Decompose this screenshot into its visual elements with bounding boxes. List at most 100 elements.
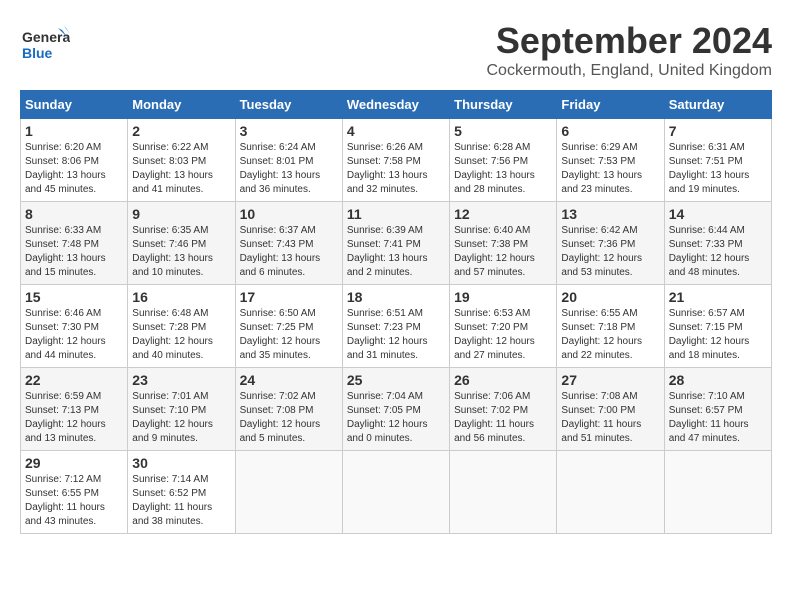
day-info: Sunrise: 7:01 AMSunset: 7:10 PMDaylight:… bbox=[132, 391, 213, 444]
day-info: Sunrise: 6:33 AMSunset: 7:48 PMDaylight:… bbox=[25, 225, 106, 278]
title-block: September 2024 Cockermouth, England, Uni… bbox=[487, 20, 773, 80]
day-number: 2 bbox=[132, 123, 230, 139]
calendar-cell-empty bbox=[557, 451, 664, 534]
day-info: Sunrise: 6:24 AMSunset: 8:01 PMDaylight:… bbox=[240, 142, 321, 195]
day-info: Sunrise: 7:08 AMSunset: 7:00 PMDaylight:… bbox=[561, 391, 641, 444]
day-number: 17 bbox=[240, 289, 338, 305]
day-info: Sunrise: 6:48 AMSunset: 7:28 PMDaylight:… bbox=[132, 308, 213, 361]
calendar-week-2: 8Sunrise: 6:33 AMSunset: 7:48 PMDaylight… bbox=[21, 202, 772, 285]
day-number: 18 bbox=[347, 289, 445, 305]
day-info: Sunrise: 6:50 AMSunset: 7:25 PMDaylight:… bbox=[240, 308, 321, 361]
day-info: Sunrise: 6:59 AMSunset: 7:13 PMDaylight:… bbox=[25, 391, 106, 444]
day-number: 9 bbox=[132, 206, 230, 222]
calendar-cell-17: 17 Sunrise: 6:50 AMSunset: 7:25 PMDayligh… bbox=[235, 285, 342, 368]
calendar-cell-27: 27 Sunrise: 7:08 AMSunset: 7:00 PMDayligh… bbox=[557, 368, 664, 451]
calendar-cell-21: 21Sunrise: 6:57 AMSunset: 7:15 PMDayligh… bbox=[664, 285, 771, 368]
page-header: General Blue September 2024 Cockermouth,… bbox=[20, 20, 772, 80]
day-number: 15 bbox=[25, 289, 123, 305]
calendar-cell-16: 16 Sunrise: 6:48 AMSunset: 7:28 PMDayligh… bbox=[128, 285, 235, 368]
day-number: 25 bbox=[347, 372, 445, 388]
calendar-cell-8: 8Sunrise: 6:33 AMSunset: 7:48 PMDaylight… bbox=[21, 202, 128, 285]
calendar-week-3: 15 Sunrise: 6:46 AMSunset: 7:30 PMDayligh… bbox=[21, 285, 772, 368]
calendar-cell-25: 25 Sunrise: 7:04 AMSunset: 7:05 PMDayligh… bbox=[342, 368, 449, 451]
day-info: Sunrise: 6:31 AMSunset: 7:51 PMDaylight:… bbox=[669, 142, 750, 195]
day-info: Sunrise: 6:53 AMSunset: 7:20 PMDaylight:… bbox=[454, 308, 535, 361]
calendar-cell-19: 19 Sunrise: 6:53 AMSunset: 7:20 PMDayligh… bbox=[450, 285, 557, 368]
calendar-cell-empty bbox=[664, 451, 771, 534]
calendar-cell-5: 5Sunrise: 6:28 AMSunset: 7:56 PMDaylight… bbox=[450, 119, 557, 202]
day-info: Sunrise: 7:14 AMSunset: 6:52 PMDaylight:… bbox=[132, 474, 212, 527]
day-number: 13 bbox=[561, 206, 659, 222]
day-number: 11 bbox=[347, 206, 445, 222]
day-info: Sunrise: 6:35 AMSunset: 7:46 PMDaylight:… bbox=[132, 225, 213, 278]
weekday-header-monday: Monday bbox=[128, 91, 235, 119]
day-info: Sunrise: 6:55 AMSunset: 7:18 PMDaylight:… bbox=[561, 308, 642, 361]
day-info: Sunrise: 6:44 AMSunset: 7:33 PMDaylight:… bbox=[669, 225, 750, 278]
day-number: 21 bbox=[669, 289, 767, 305]
logo: General Blue bbox=[20, 20, 70, 75]
calendar-cell-13: 13Sunrise: 6:42 AMSunset: 7:36 PMDayligh… bbox=[557, 202, 664, 285]
day-number: 23 bbox=[132, 372, 230, 388]
day-number: 4 bbox=[347, 123, 445, 139]
day-number: 19 bbox=[454, 289, 552, 305]
day-info: Sunrise: 6:26 AMSunset: 7:58 PMDaylight:… bbox=[347, 142, 428, 195]
day-info: Sunrise: 6:39 AMSunset: 7:41 PMDaylight:… bbox=[347, 225, 428, 278]
weekday-header-thursday: Thursday bbox=[450, 91, 557, 119]
calendar-cell-26: 26 Sunrise: 7:06 AMSunset: 7:02 PMDayligh… bbox=[450, 368, 557, 451]
calendar-cell-1: 1 Sunrise: 6:20 AMSunset: 8:06 PMDaylight… bbox=[21, 119, 128, 202]
calendar-cell-9: 9 Sunrise: 6:35 AMSunset: 7:46 PMDaylight… bbox=[128, 202, 235, 285]
svg-text:Blue: Blue bbox=[22, 45, 53, 61]
day-info: Sunrise: 7:04 AMSunset: 7:05 PMDaylight:… bbox=[347, 391, 428, 444]
day-info: Sunrise: 6:22 AMSunset: 8:03 PMDaylight:… bbox=[132, 142, 213, 195]
day-info: Sunrise: 6:29 AMSunset: 7:53 PMDaylight:… bbox=[561, 142, 642, 195]
day-number: 26 bbox=[454, 372, 552, 388]
day-number: 30 bbox=[132, 455, 230, 471]
day-number: 3 bbox=[240, 123, 338, 139]
location: Cockermouth, England, United Kingdom bbox=[487, 62, 773, 80]
calendar-cell-14: 14 Sunrise: 6:44 AMSunset: 7:33 PMDayligh… bbox=[664, 202, 771, 285]
calendar-cell-10: 10Sunrise: 6:37 AMSunset: 7:43 PMDayligh… bbox=[235, 202, 342, 285]
calendar-cell-3: 3 Sunrise: 6:24 AMSunset: 8:01 PMDaylight… bbox=[235, 119, 342, 202]
weekday-header-saturday: Saturday bbox=[664, 91, 771, 119]
day-number: 14 bbox=[669, 206, 767, 222]
day-number: 28 bbox=[669, 372, 767, 388]
day-number: 20 bbox=[561, 289, 659, 305]
calendar-cell-24: 24 Sunrise: 7:02 AMSunset: 7:08 PMDayligh… bbox=[235, 368, 342, 451]
calendar-cell-20: 20 Sunrise: 6:55 AMSunset: 7:18 PMDayligh… bbox=[557, 285, 664, 368]
day-number: 1 bbox=[25, 123, 123, 139]
calendar-cell-6: 6 Sunrise: 6:29 AMSunset: 7:53 PMDaylight… bbox=[557, 119, 664, 202]
calendar-cell-4: 4 Sunrise: 6:26 AMSunset: 7:58 PMDaylight… bbox=[342, 119, 449, 202]
day-info: Sunrise: 7:12 AMSunset: 6:55 PMDaylight:… bbox=[25, 474, 105, 527]
calendar-cell-empty bbox=[450, 451, 557, 534]
calendar-cell-23: 23 Sunrise: 7:01 AMSunset: 7:10 PMDayligh… bbox=[128, 368, 235, 451]
calendar-cell-18: 18Sunrise: 6:51 AMSunset: 7:23 PMDayligh… bbox=[342, 285, 449, 368]
day-info: Sunrise: 7:02 AMSunset: 7:08 PMDaylight:… bbox=[240, 391, 321, 444]
calendar-week-5: 29 Sunrise: 7:12 AMSunset: 6:55 PMDayligh… bbox=[21, 451, 772, 534]
day-number: 24 bbox=[240, 372, 338, 388]
calendar-cell-empty bbox=[235, 451, 342, 534]
day-number: 6 bbox=[561, 123, 659, 139]
calendar-cell-22: 22Sunrise: 6:59 AMSunset: 7:13 PMDayligh… bbox=[21, 368, 128, 451]
calendar-cell-15: 15 Sunrise: 6:46 AMSunset: 7:30 PMDayligh… bbox=[21, 285, 128, 368]
day-info: Sunrise: 6:46 AMSunset: 7:30 PMDaylight:… bbox=[25, 308, 106, 361]
calendar-week-1: 1 Sunrise: 6:20 AMSunset: 8:06 PMDaylight… bbox=[21, 119, 772, 202]
weekday-header-tuesday: Tuesday bbox=[235, 91, 342, 119]
day-info: Sunrise: 6:37 AMSunset: 7:43 PMDaylight:… bbox=[240, 225, 321, 278]
month-title: September 2024 bbox=[487, 20, 773, 62]
calendar-cell-12: 12Sunrise: 6:40 AMSunset: 7:38 PMDayligh… bbox=[450, 202, 557, 285]
calendar-cell-30: 30 Sunrise: 7:14 AMSunset: 6:52 PMDayligh… bbox=[128, 451, 235, 534]
calendar-cell-29: 29 Sunrise: 7:12 AMSunset: 6:55 PMDayligh… bbox=[21, 451, 128, 534]
weekday-header-sunday: Sunday bbox=[21, 91, 128, 119]
calendar-week-4: 22Sunrise: 6:59 AMSunset: 7:13 PMDayligh… bbox=[21, 368, 772, 451]
day-number: 16 bbox=[132, 289, 230, 305]
day-info: Sunrise: 6:20 AMSunset: 8:06 PMDaylight:… bbox=[25, 142, 106, 195]
day-info: Sunrise: 6:28 AMSunset: 7:56 PMDaylight:… bbox=[454, 142, 535, 195]
day-number: 27 bbox=[561, 372, 659, 388]
calendar-table: SundayMondayTuesdayWednesdayThursdayFrid… bbox=[20, 90, 772, 534]
day-info: Sunrise: 7:06 AMSunset: 7:02 PMDaylight:… bbox=[454, 391, 534, 444]
day-number: 29 bbox=[25, 455, 123, 471]
weekday-header-friday: Friday bbox=[557, 91, 664, 119]
day-number: 7 bbox=[669, 123, 767, 139]
calendar-cell-28: 28Sunrise: 7:10 AMSunset: 6:57 PMDayligh… bbox=[664, 368, 771, 451]
weekday-header-row: SundayMondayTuesdayWednesdayThursdayFrid… bbox=[21, 91, 772, 119]
